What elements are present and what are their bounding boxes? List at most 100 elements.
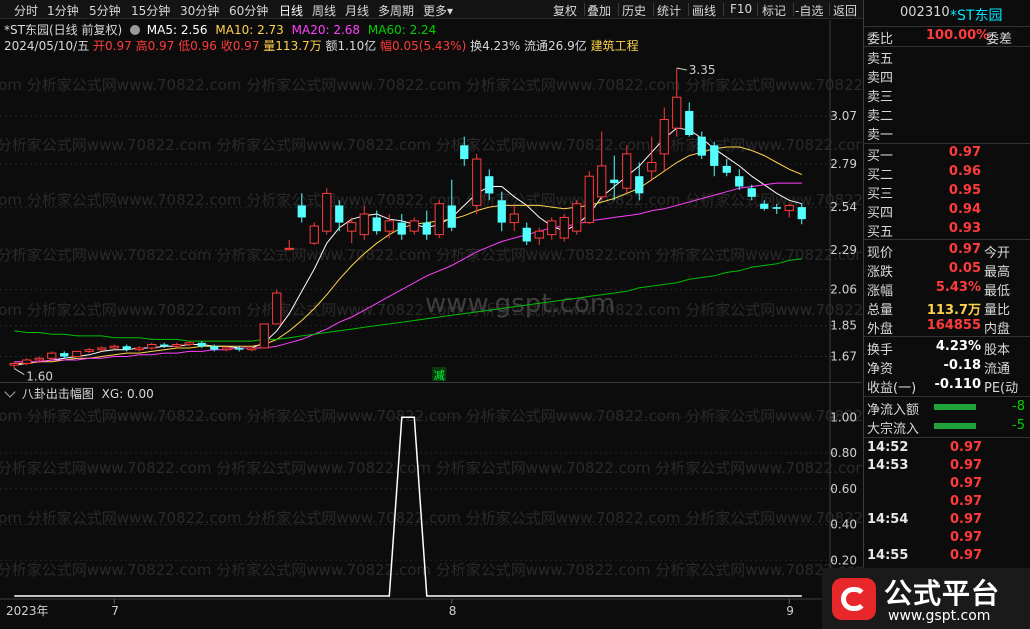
- info-low: 低0.96: [178, 39, 217, 53]
- indicator-chevron-icon[interactable]: [4, 386, 16, 398]
- divider: [864, 437, 1030, 438]
- watermark-layer: com 分析家公式网www.70822.com 分析家公式网www.70822.…: [0, 407, 862, 579]
- ask-row: 卖四: [864, 67, 1030, 86]
- stats-button[interactable]: 统计: [657, 2, 681, 19]
- stat-label-2: 最低: [984, 284, 1011, 299]
- toolbar-divider: [723, 3, 724, 16]
- tab-weekly[interactable]: 周线: [312, 2, 336, 19]
- candle-body: [60, 353, 69, 357]
- candle-body: [722, 165, 731, 173]
- ma60-label: MA60: 2.24: [367, 23, 437, 37]
- tab-30min[interactable]: 30分钟: [180, 2, 219, 19]
- stat-label: 涨幅: [867, 284, 894, 299]
- ask-row: 卖一: [864, 124, 1030, 143]
- bid-label: 买二: [867, 168, 894, 183]
- tab-multi-period[interactable]: 多周期: [378, 2, 414, 19]
- indicator-chart[interactable]: com 分析家公式网www.70822.com 分析家公式网www.70822.…: [0, 383, 862, 629]
- chevron-down-icon: ▾: [447, 4, 454, 18]
- x-tick-label: 7: [111, 604, 119, 618]
- price-axis: 3.07 2.79 2.54 2.29 2.06 1.85 1.67: [829, 20, 857, 382]
- info-float: 流通26.9亿: [524, 39, 587, 53]
- candle-body: [47, 352, 57, 359]
- quote-panel: 002310 *ST东园 委比 100.00% 委差 卖五 卖四 卖三 卖二 卖一 买一…: [863, 0, 1030, 629]
- bid-row: 买三 0.95: [864, 183, 1030, 202]
- flow-bar: [934, 404, 976, 410]
- info-volume: 量113.7万: [263, 39, 322, 53]
- tick-row: 0.97: [864, 494, 1030, 512]
- tick-row: 0.97: [864, 476, 1030, 494]
- candle-body: [97, 347, 107, 351]
- brand-name: 公式平台: [884, 577, 1001, 610]
- toolbar-divider: [829, 3, 830, 16]
- tab-daily[interactable]: 日线: [279, 2, 303, 19]
- watermark-text: com 分析家公式网www.70822.com 分析家公式网www.70822.…: [0, 191, 862, 209]
- overlay-button[interactable]: 叠加: [587, 2, 611, 19]
- history-button[interactable]: 历史: [622, 2, 646, 19]
- y-tick-label: 2.79: [830, 157, 857, 171]
- candle-body: [710, 145, 719, 166]
- settings-gear-icon[interactable]: [129, 25, 140, 35]
- ask-row: 卖二: [864, 105, 1030, 124]
- brand-badge: 公式平台 www.gspt.com: [822, 568, 1030, 629]
- bid-price: 0.97: [948, 145, 981, 160]
- tab-60min[interactable]: 60分钟: [229, 2, 268, 19]
- stat-label-2: 今开: [984, 246, 1011, 261]
- stat-label: 净资: [867, 362, 894, 377]
- ma10-label: MA10: 2.73: [215, 23, 284, 37]
- candle-body: [422, 222, 431, 235]
- tab-15min[interactable]: 15分钟: [131, 2, 170, 19]
- draw-button[interactable]: 画线: [692, 2, 716, 19]
- info-date: 2024/05/10/五: [4, 39, 90, 53]
- tab-5min[interactable]: 5分钟: [89, 2, 121, 19]
- candle-body: [397, 222, 406, 235]
- tab-intraday[interactable]: 分时: [14, 2, 38, 19]
- y-tick-label: 1.85: [830, 319, 857, 333]
- stat-label: 收益(一): [867, 381, 917, 396]
- candle-body: [235, 347, 244, 350]
- candlestick-chart[interactable]: com 分析家公式网www.70822.com 分析家公式网www.70822.…: [0, 20, 862, 382]
- adjust-button[interactable]: 复权: [553, 2, 577, 19]
- candle-body: [760, 203, 769, 209]
- flow-value: -8: [1012, 399, 1025, 414]
- bid-price: 0.96: [948, 164, 981, 179]
- date-axis: 2023年 7 8 9: [0, 598, 830, 618]
- stat-value: 0.05: [948, 261, 981, 276]
- brand-url: www.gspt.com: [888, 608, 991, 624]
- tab-1min[interactable]: 1分钟: [47, 2, 79, 19]
- candle-body: [22, 359, 32, 364]
- remove-favorite-button[interactable]: -自选: [795, 2, 823, 19]
- tick-row: 14:52 0.97: [864, 440, 1030, 458]
- mark-button[interactable]: 标记: [762, 2, 786, 19]
- f10-button[interactable]: F10: [730, 2, 752, 16]
- back-button[interactable]: 返回: [833, 2, 857, 19]
- ask-row: 卖五: [864, 48, 1030, 67]
- candle-body: [247, 347, 257, 351]
- tab-monthly[interactable]: 月线: [345, 2, 369, 19]
- chart-title[interactable]: *ST东园(日线 前复权): [4, 23, 122, 37]
- tick-row: 0.97: [864, 530, 1030, 548]
- tab-more[interactable]: 更多▾: [423, 2, 453, 19]
- flow-row: 净流入额 -8: [864, 399, 1030, 418]
- candle-body: [335, 205, 344, 223]
- stat-label-2: PE(动: [984, 381, 1019, 396]
- candle-body: [184, 342, 194, 346]
- tick-time: 14:55: [867, 548, 909, 563]
- candle-body: [610, 179, 619, 184]
- stock-code: 002310: [900, 5, 950, 20]
- info-amount: 额1.10亿: [325, 39, 377, 53]
- indicator-title[interactable]: 八卦出击幅图: [22, 387, 94, 401]
- y-tick-label: 0.60: [830, 482, 857, 496]
- tick-time: 14:53: [867, 458, 909, 473]
- info-sector[interactable]: 建筑工程: [591, 39, 639, 53]
- stat-row: 换手 4.23% 股本: [864, 339, 1030, 358]
- divider: [864, 396, 1030, 397]
- toolbar-divider: [618, 3, 619, 16]
- stock-name[interactable]: *ST东园: [950, 5, 1002, 25]
- candle-body: [109, 345, 119, 349]
- ma5-label: MA5: 2.56: [146, 23, 208, 37]
- bid-price: 0.95: [948, 183, 981, 198]
- toolbar-divider: [584, 3, 585, 16]
- divider: [864, 46, 1030, 47]
- toolbar-divider: [688, 3, 689, 16]
- high-label: 3.35: [689, 63, 716, 77]
